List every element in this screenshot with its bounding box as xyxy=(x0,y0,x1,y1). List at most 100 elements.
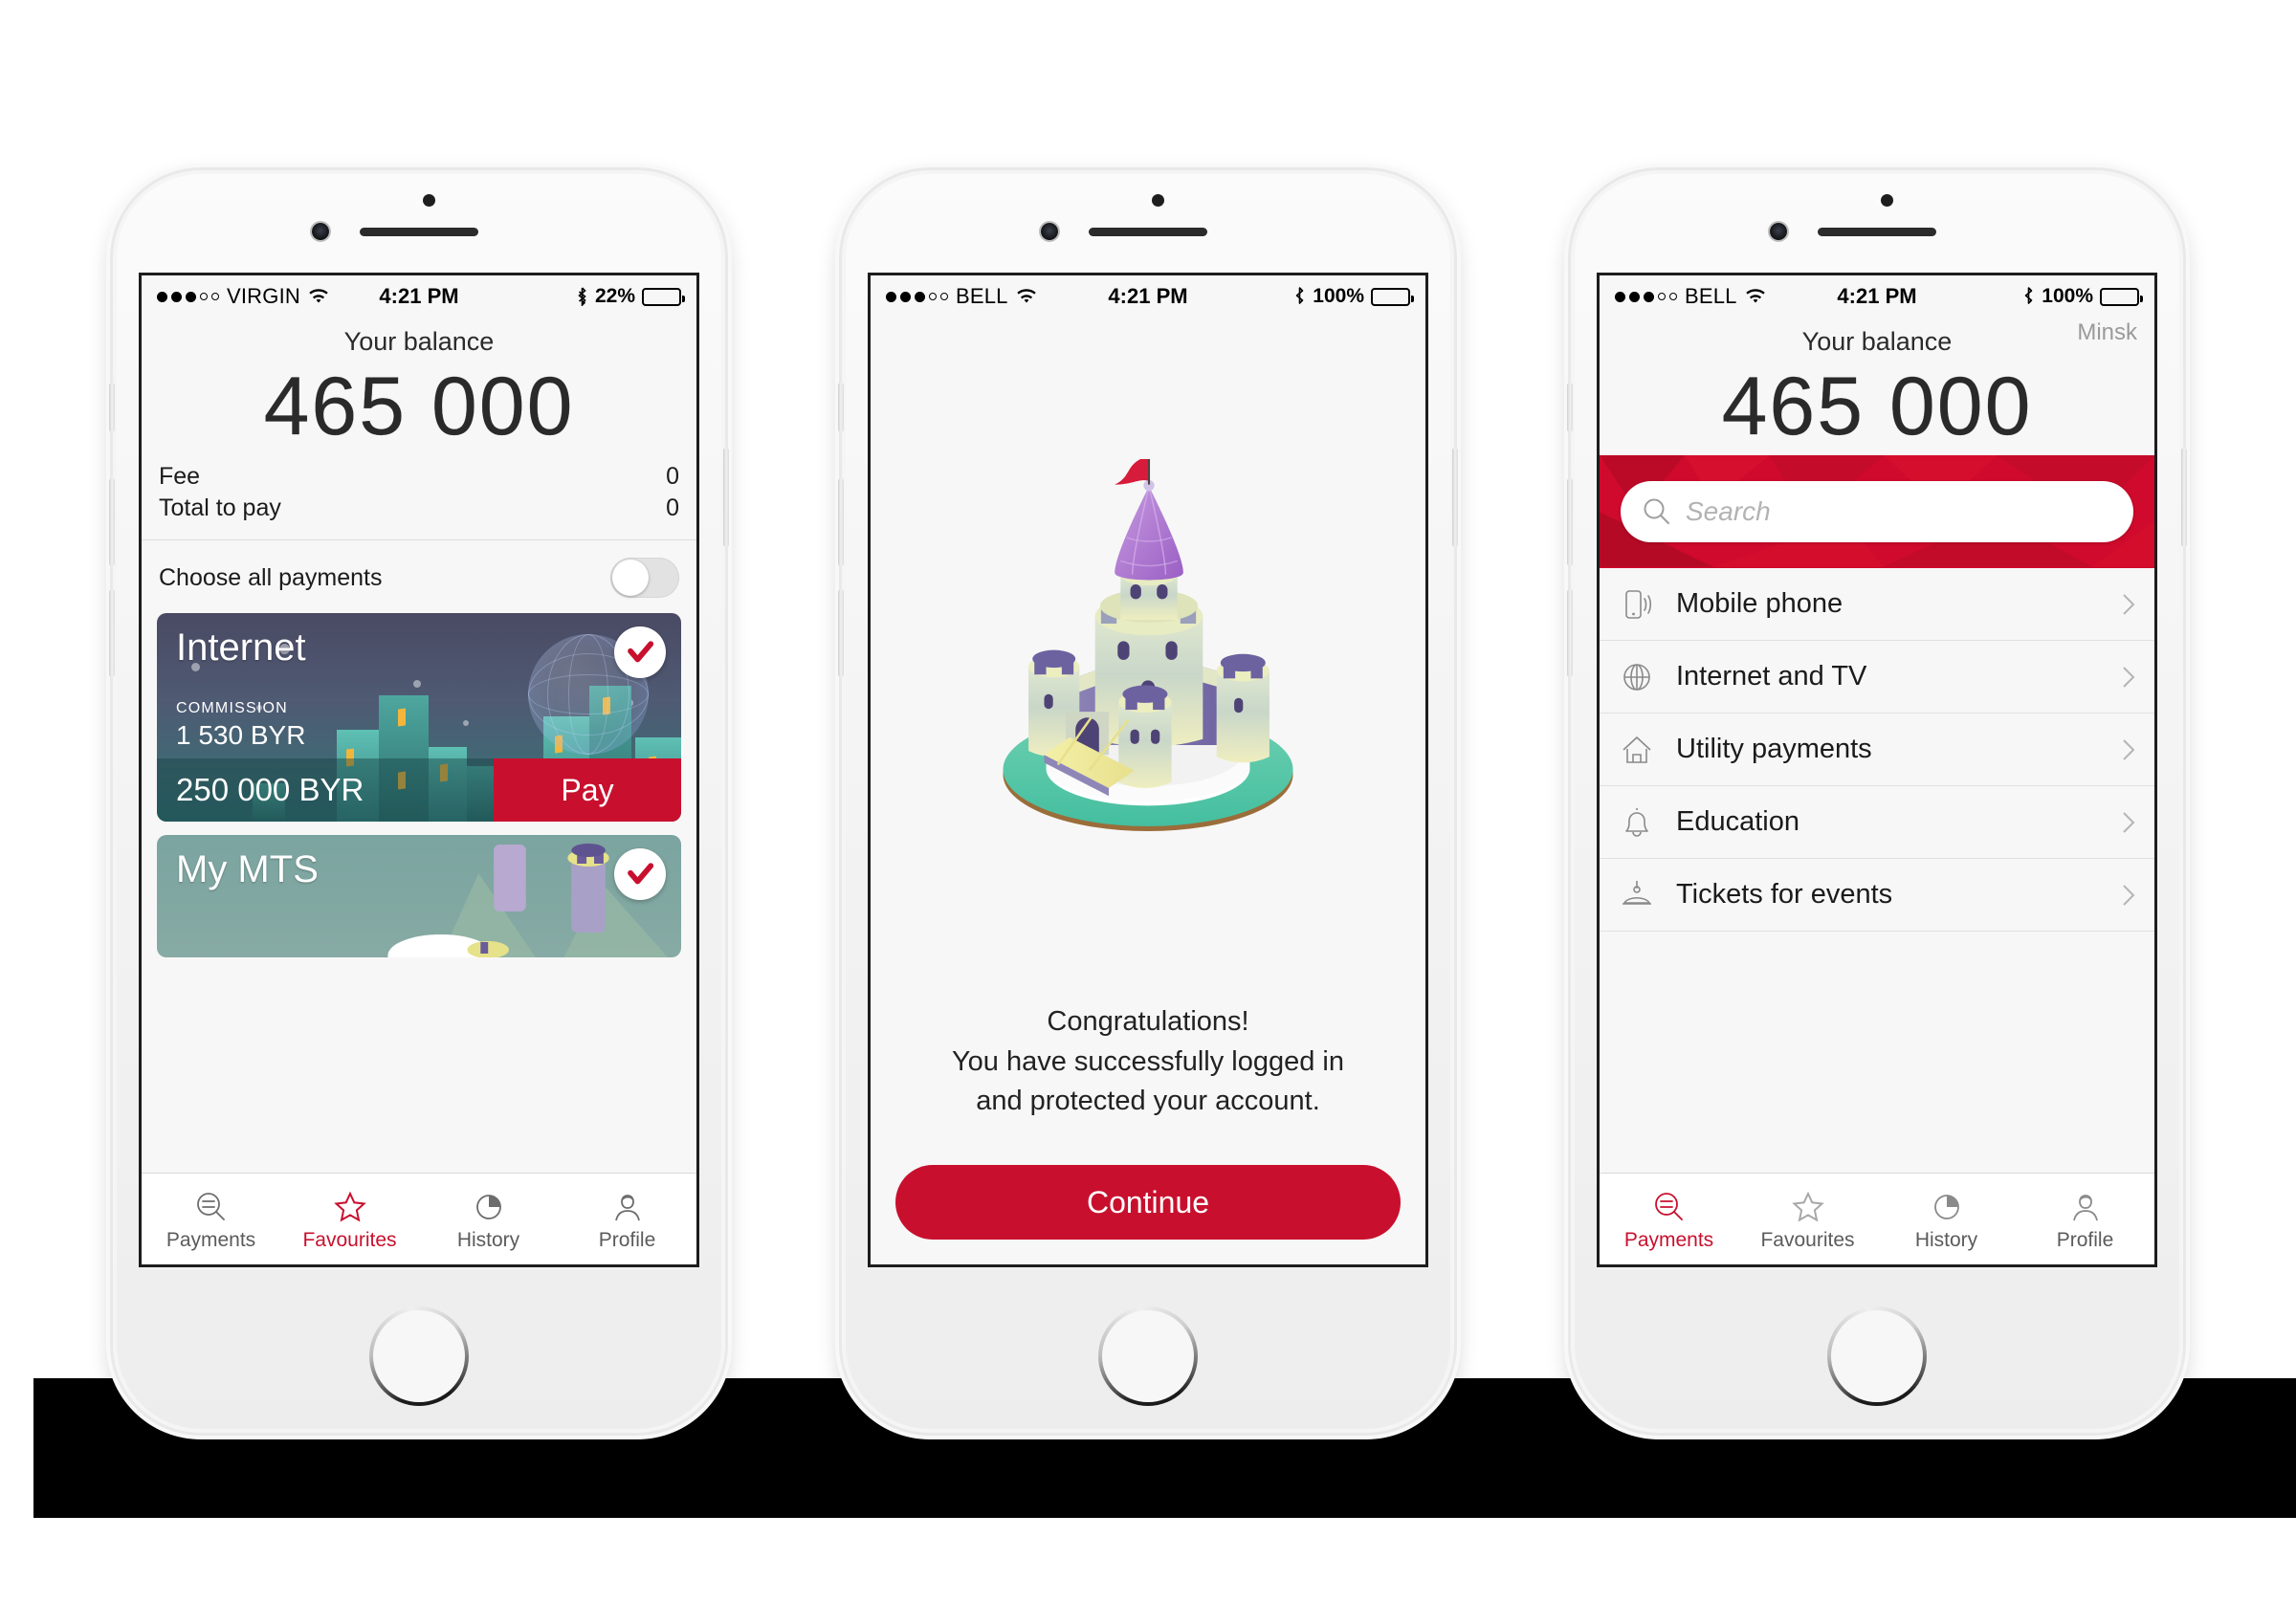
list-item-mobile-phone[interactable]: Mobile phone xyxy=(1600,568,2154,642)
city-label[interactable]: Minsk xyxy=(2077,319,2137,346)
carrier-label: BELL xyxy=(956,284,1008,308)
volume-down-button[interactable] xyxy=(109,589,115,677)
list-item-utility-payments[interactable]: Utility payments xyxy=(1600,714,2154,787)
balance-section: Your balance 465 000 xyxy=(142,318,696,455)
screen-payments: BELL 4:21 PM 100% Minsk Your balance 465… xyxy=(1597,273,2157,1267)
search-band: Search xyxy=(1600,455,2154,569)
earpiece-speaker xyxy=(1089,228,1207,236)
fee-value: 0 xyxy=(666,463,679,491)
status-bar: BELL 4:21 PM 100% xyxy=(871,275,1425,318)
bluetooth-icon xyxy=(1295,287,1304,304)
person-icon xyxy=(608,1186,647,1226)
person-icon xyxy=(2066,1186,2105,1226)
battery-percent-label: 100% xyxy=(2042,285,2093,307)
volume-down-button[interactable] xyxy=(838,589,844,677)
tab-profile[interactable]: Profile xyxy=(558,1186,696,1252)
phone-mockup-congratulations: BELL 4:21 PM 100% Congratulations! You h… xyxy=(838,170,1458,1433)
bluetooth-icon xyxy=(2024,287,2033,304)
list-label-internet-and-tv: Internet and TV xyxy=(1676,661,1867,692)
tab-label-payments: Payments xyxy=(1623,1229,1714,1251)
category-list: Mobile phone Internet and TV Utility pay… xyxy=(1600,568,2154,933)
list-item-education[interactable]: Education xyxy=(1600,786,2154,860)
pay-button-internet[interactable]: Pay xyxy=(494,758,681,823)
wifi-icon xyxy=(1745,288,1765,303)
silent-switch[interactable] xyxy=(1567,383,1573,432)
fee-summary: Fee 0 Total to pay 0 xyxy=(142,455,696,534)
screen-congratulations: BELL 4:21 PM 100% Congratulations! You h… xyxy=(868,273,1428,1267)
total-value: 0 xyxy=(666,494,679,522)
choose-all-toggle[interactable] xyxy=(610,558,679,599)
screen-favourites: VIRGIN 4:21 PM 22% Your balance 465 000 … xyxy=(139,273,699,1267)
search-icon xyxy=(1644,498,1669,525)
list-item-tickets-for-events[interactable]: Tickets for events xyxy=(1600,859,2154,933)
tab-favourites[interactable]: Favourites xyxy=(280,1186,419,1252)
congratulations-content: Congratulations! You have successfully l… xyxy=(871,318,1425,1264)
check-icon xyxy=(628,863,654,885)
card-title-internet: Internet xyxy=(176,626,306,670)
payment-card-internet[interactable]: Internet COMMISSION 1 530 BYR 250 000 BY… xyxy=(157,613,681,823)
front-camera xyxy=(1770,223,1787,240)
proximity-sensor xyxy=(423,194,435,207)
payment-card-my-mts[interactable]: My MTS xyxy=(157,835,681,958)
chevron-right-icon xyxy=(2123,594,2135,615)
search-icon xyxy=(192,1186,231,1226)
choose-all-payments-row[interactable]: Choose all payments xyxy=(142,540,696,613)
signal-strength-icon xyxy=(1615,291,1677,302)
toggle-knob xyxy=(612,560,649,597)
wifi-icon xyxy=(309,288,328,303)
proximity-sensor xyxy=(1881,194,1893,207)
list-label-mobile-phone: Mobile phone xyxy=(1676,588,1843,620)
home-button[interactable] xyxy=(1827,1307,1927,1406)
star-icon xyxy=(331,1186,369,1226)
check-icon xyxy=(628,641,654,663)
volume-up-button[interactable] xyxy=(1567,478,1573,566)
signal-strength-icon xyxy=(886,291,948,302)
bell-icon xyxy=(1619,804,1655,841)
tab-history[interactable]: History xyxy=(419,1186,558,1252)
list-item-internet-and-tv[interactable]: Internet and TV xyxy=(1600,641,2154,714)
commission-label: COMMISSION xyxy=(176,700,288,717)
total-label: Total to pay xyxy=(159,494,281,522)
power-button[interactable] xyxy=(1452,448,1458,547)
tab-label-favourites: Favourites xyxy=(1760,1229,1855,1251)
tab-bar: Payments Favourites History Profile xyxy=(1600,1173,2154,1264)
star-icon xyxy=(1789,1186,1827,1226)
wifi-icon xyxy=(1016,288,1036,303)
bluetooth-icon xyxy=(578,287,586,306)
silent-switch[interactable] xyxy=(838,383,844,432)
message-line-2: You have successfully logged in xyxy=(951,1045,1345,1077)
silent-switch[interactable] xyxy=(109,383,115,432)
screenshot-canvas: VIRGIN 4:21 PM 22% Your balance 465 000 … xyxy=(0,0,2296,1603)
commission-value: 1 530 BYR xyxy=(176,720,306,751)
list-label-utility-payments: Utility payments xyxy=(1676,734,1872,765)
fee-row: Fee 0 xyxy=(159,461,679,493)
power-button[interactable] xyxy=(2181,448,2187,547)
continue-button[interactable]: Continue xyxy=(895,1165,1401,1240)
earpiece-speaker xyxy=(360,228,478,236)
message-line-3: and protected your account. xyxy=(976,1085,1320,1116)
tab-label-profile: Profile xyxy=(2056,1229,2114,1251)
tab-profile[interactable]: Profile xyxy=(2016,1186,2154,1252)
power-button[interactable] xyxy=(723,448,729,547)
tab-payments[interactable]: Payments xyxy=(1600,1186,1738,1252)
volume-down-button[interactable] xyxy=(1567,589,1573,677)
tab-favourites[interactable]: Favourites xyxy=(1738,1186,1877,1252)
choose-all-payments-label: Choose all payments xyxy=(159,563,383,591)
volume-up-button[interactable] xyxy=(838,478,844,566)
proximity-sensor xyxy=(1152,194,1164,207)
card-footer: 250 000 BYR Pay xyxy=(157,758,681,823)
card-title-my-mts: My MTS xyxy=(176,848,319,891)
battery-percent-label: 22% xyxy=(594,285,635,307)
congratulations-message: Congratulations! You have successfully l… xyxy=(871,1002,1425,1121)
castle-svg xyxy=(1003,459,1293,832)
tab-payments[interactable]: Payments xyxy=(142,1186,280,1252)
volume-up-button[interactable] xyxy=(109,478,115,566)
tab-label-profile: Profile xyxy=(598,1229,656,1251)
home-button[interactable] xyxy=(1098,1307,1198,1406)
tab-history[interactable]: History xyxy=(1877,1186,2016,1252)
balance-amount: 465 000 xyxy=(1721,361,2033,452)
home-button[interactable] xyxy=(369,1307,469,1406)
front-camera xyxy=(1041,223,1058,240)
castle-illustration xyxy=(871,318,1425,1002)
search-input[interactable]: Search xyxy=(1621,481,2133,543)
